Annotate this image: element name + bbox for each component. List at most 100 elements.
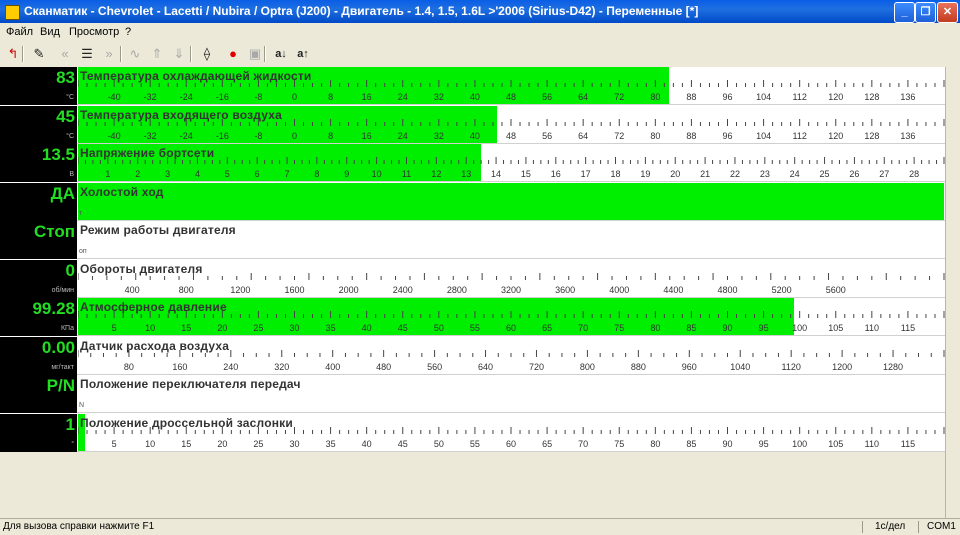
- parameter-value: Стоп: [33, 222, 75, 241]
- wave-icon[interactable]: ∿: [126, 45, 144, 63]
- maximize-button[interactable]: ❐: [915, 2, 936, 23]
- parameter-row[interactable]: ДА Холостой ход т: [0, 182, 945, 221]
- state-label: оп: [79, 248, 87, 255]
- scale-label: 136: [900, 131, 915, 141]
- parameter-name: Температура охлаждающей жидкости: [80, 69, 312, 83]
- scale-label: 85: [686, 439, 696, 449]
- scale-label: 55: [470, 439, 480, 449]
- scale-label: 30: [289, 439, 299, 449]
- minimize-button[interactable]: _: [894, 2, 915, 23]
- scale-label: 2400: [393, 285, 413, 295]
- edit-icon[interactable]: ✎: [30, 45, 48, 63]
- scale-label: 1280: [883, 362, 903, 372]
- parameter-row[interactable]: 99.28 КПа 5 10 15 20 25 30 35 40 45 50 55 60 65 70 75 80 8…: [0, 298, 945, 336]
- scale-label: 70: [578, 323, 588, 333]
- connect-icon[interactable]: ⟠: [198, 45, 216, 63]
- scale-label: 50: [434, 439, 444, 449]
- gauge-scale: 400 800 1200 1600 2000 2400 2800 3200 3600 4000 44…: [78, 272, 945, 295]
- scale-label: 26: [849, 169, 859, 179]
- scale-label: 880: [631, 362, 646, 372]
- back-arrow-icon[interactable]: ↰: [4, 45, 22, 63]
- menu-view[interactable]: Вид: [40, 26, 60, 38]
- parameter-value: 45: [56, 106, 75, 126]
- scale-label: 45: [398, 439, 408, 449]
- scale-label: 27: [879, 169, 889, 179]
- rewind-icon[interactable]: «: [56, 45, 74, 63]
- scale-label: 5600: [826, 285, 846, 295]
- scale-label: 2: [135, 169, 140, 179]
- parameter-row[interactable]: 83 °C -40 -32 -24 -16 -8 0 8 16 24 32 40 48 56 64 72 80 88…: [0, 67, 945, 105]
- parameter-unit: КПа: [60, 325, 74, 332]
- value-display: ДА: [0, 182, 77, 221]
- scale-label: 96: [722, 131, 732, 141]
- scale-label: 128: [864, 131, 879, 141]
- parameter-row[interactable]: 0 об/мин 400 800 1200 1600 2000 2400 2800 3200 360…: [0, 259, 945, 298]
- vertical-scrollbar[interactable]: [945, 67, 960, 518]
- scale-label: 75: [614, 323, 624, 333]
- forward-icon[interactable]: »: [100, 45, 118, 63]
- scale-label: 48: [506, 92, 516, 102]
- scale-label: 20: [670, 169, 680, 179]
- scale-label: 40: [470, 92, 480, 102]
- scale-label: -40: [108, 92, 121, 102]
- scale-label: 9: [344, 169, 349, 179]
- value-display: 13.5 В: [0, 144, 77, 182]
- menu-help[interactable]: ?: [125, 26, 131, 38]
- scale-label: 5: [225, 169, 230, 179]
- parameter-row[interactable]: 45 °C -40 -32 -24 -16 -8 0 8 16 24 32 40 48 56 64 72 80 88…: [0, 105, 945, 144]
- scale-label: 320: [274, 362, 289, 372]
- scale-label: 110: [865, 323, 879, 333]
- scale-label: 50: [434, 323, 444, 333]
- list-icon[interactable]: ☰: [78, 45, 96, 63]
- scale-label: -24: [180, 131, 193, 141]
- value-display: P/N: [0, 375, 77, 413]
- parameter-row[interactable]: Стоп Режим работы двигателя оп: [0, 221, 945, 259]
- save-icon[interactable]: ▣: [246, 45, 264, 63]
- parameter-row[interactable]: 13.5 В 1 2 3 4 5 6 7 8 9 10 11 12 13 14 15 16 17 18 19 20 21 22…: [0, 144, 945, 182]
- scale-label: 2000: [339, 285, 359, 295]
- scale-label: 1200: [230, 285, 250, 295]
- parameter-unit: мг/такт: [51, 363, 74, 371]
- scale-label: 3: [165, 169, 170, 179]
- scale-label: 80: [650, 323, 660, 333]
- scale-label: 35: [326, 323, 336, 333]
- state-label: т: [79, 209, 83, 217]
- scale-label: 32: [434, 92, 444, 102]
- scale-label: 0: [292, 131, 297, 141]
- font-decrease-icon[interactable]: a↓: [272, 45, 290, 63]
- parameter-row[interactable]: 1 ° 5 10 15 20 25 30 35 40 45 50 55 60 65 70 75 80 85 90 95 1…: [0, 413, 945, 452]
- value-display: 1 °: [0, 413, 77, 452]
- scale-label: 720: [529, 362, 544, 372]
- scale-label: 80: [650, 92, 660, 102]
- value-display: 83 °C: [0, 67, 77, 105]
- state-label: N: [79, 402, 85, 409]
- scale-label: 60: [506, 439, 516, 449]
- scale-label: 48: [506, 131, 516, 141]
- scale-label: 5200: [772, 285, 792, 295]
- menu-browse[interactable]: Просмотр: [69, 26, 119, 38]
- status-bar: Для вызова справки нажмите F1 1с/дел COM…: [0, 518, 960, 535]
- parameter-value: 0.00: [41, 337, 75, 357]
- value-display: 0 об/мин: [0, 259, 77, 298]
- scale-label: 1: [105, 169, 110, 179]
- scale-label: 160: [172, 362, 187, 372]
- title-bar: Сканматик - Chevrolet - Lacetti / Nubira…: [0, 0, 960, 23]
- scale-label: 4: [195, 169, 200, 179]
- scale-label: 112: [792, 92, 806, 102]
- scale-label: 480: [376, 362, 391, 372]
- download-icon[interactable]: ⇓: [170, 45, 188, 63]
- scale-label: 110: [865, 439, 879, 449]
- scale-label: 120: [828, 92, 843, 102]
- status-rate: 1с/дел: [875, 521, 906, 532]
- scale-label: 88: [686, 92, 696, 102]
- scale-label: 35: [326, 439, 336, 449]
- parameter-row[interactable]: 0.00 мг/такт 80 160 240 320 400 480 560 640 720 800…: [0, 336, 945, 375]
- font-increase-icon[interactable]: a↑: [294, 45, 312, 63]
- scale-label: 400: [125, 285, 140, 295]
- menu-file[interactable]: Файл: [6, 26, 33, 38]
- scale-label: 7: [285, 169, 290, 179]
- parameter-row[interactable]: P/N Положение переключателя передач N: [0, 375, 945, 413]
- close-button[interactable]: ✕: [937, 2, 958, 23]
- upload-icon[interactable]: ⇑: [148, 45, 166, 63]
- record-icon[interactable]: ●: [224, 45, 242, 63]
